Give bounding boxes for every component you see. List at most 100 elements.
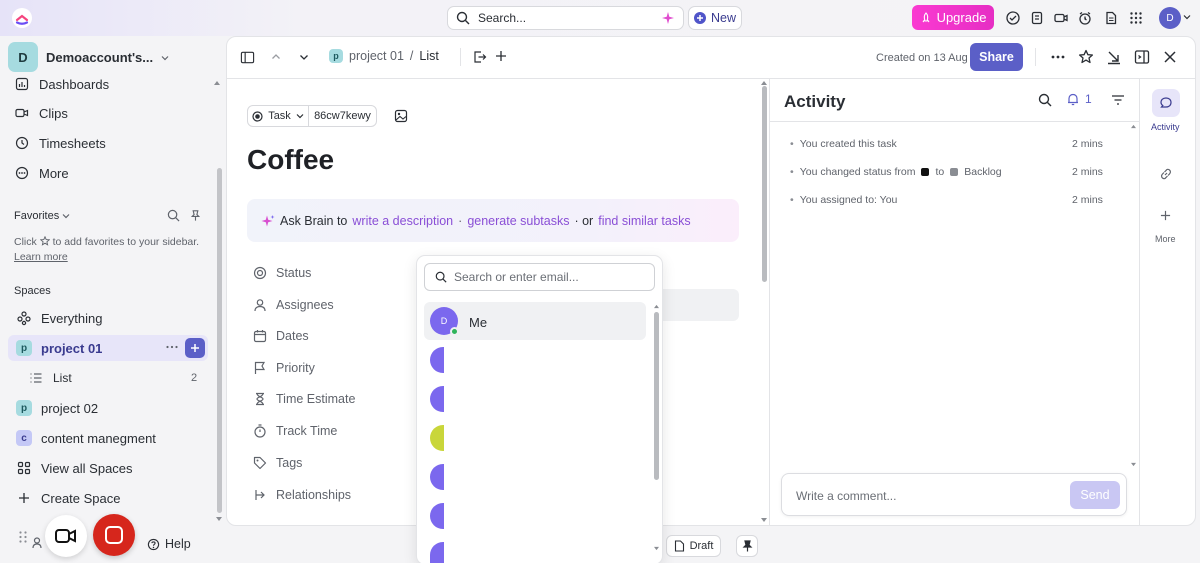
header-divider	[227, 78, 1195, 79]
scroll-up-arrow-icon[interactable]	[761, 80, 767, 86]
task-title[interactable]: Coffee	[247, 144, 334, 176]
share-button[interactable]: Share	[970, 43, 1023, 71]
workspace-avatar[interactable]: D	[8, 42, 38, 72]
sidebar-item-everything[interactable]: Everything	[16, 306, 102, 330]
check-circle-icon[interactable]	[1004, 9, 1022, 27]
scroll-up-arrow-icon[interactable]	[214, 80, 220, 86]
scroll-up-arrow-icon[interactable]	[654, 304, 659, 309]
activity-rail-button[interactable]	[1152, 89, 1180, 117]
global-search-input[interactable]: Search...	[447, 6, 684, 30]
add-to-space-button[interactable]	[185, 338, 205, 358]
clips-icon	[14, 105, 30, 121]
sidebar-create-space[interactable]: Create Space	[16, 486, 121, 510]
task-id-button[interactable]: 86cw7kewy	[308, 105, 377, 127]
main-scrollbar[interactable]	[762, 86, 767, 282]
flag-icon	[253, 361, 267, 375]
field-tags[interactable]: Tags	[253, 452, 302, 474]
field-relationships[interactable]: Relationships	[253, 484, 351, 506]
created-on-text: Created on 13 Aug	[876, 52, 968, 64]
alarm-clock-icon[interactable]	[1076, 9, 1094, 27]
apps-grid-icon[interactable]	[1127, 9, 1145, 27]
find-similar-tasks-link[interactable]: find similar tasks	[598, 214, 690, 228]
bell-icon	[1066, 92, 1080, 106]
stop-recording-button[interactable]	[93, 514, 135, 556]
app-logo-icon[interactable]	[12, 8, 32, 28]
sidebar-space-project-01[interactable]: p project 01	[16, 336, 102, 360]
expand-panel-icon[interactable]	[1134, 49, 1150, 65]
document-icon[interactable]	[1102, 9, 1120, 27]
draft-button[interactable]: Draft	[666, 535, 721, 557]
sidebar-item-dashboards[interactable]: Dashboards	[14, 72, 109, 96]
task-type-selector[interactable]: Task	[247, 105, 309, 127]
invite-user-icon[interactable]	[32, 536, 46, 550]
video-icon[interactable]	[1052, 9, 1070, 27]
search-icon[interactable]	[1038, 93, 1052, 107]
status-icon	[253, 266, 267, 280]
drag-handle-icon[interactable]	[18, 530, 28, 544]
online-status-dot	[450, 327, 459, 336]
link-icon[interactable]	[1159, 167, 1173, 181]
close-icon[interactable]	[1163, 50, 1177, 64]
favorites-header[interactable]: Favorites	[14, 210, 70, 222]
write-description-link[interactable]: write a description	[352, 214, 453, 228]
plus-icon[interactable]	[1160, 210, 1171, 221]
scroll-down-arrow-icon[interactable]	[216, 516, 222, 522]
upgrade-button[interactable]: Upgrade	[912, 5, 994, 30]
field-dates[interactable]: Dates	[253, 325, 309, 347]
plus-icon[interactable]	[495, 50, 507, 62]
scroll-down-arrow-icon[interactable]	[654, 546, 659, 551]
more-dots-icon[interactable]	[165, 340, 179, 354]
filter-icon[interactable]	[1111, 94, 1125, 106]
field-assignees[interactable]: Assignees	[253, 294, 334, 316]
send-button[interactable]: Send	[1070, 481, 1120, 509]
learn-more-link[interactable]: Learn more	[14, 251, 68, 263]
more-dots-icon[interactable]	[1050, 50, 1066, 64]
scroll-down-arrow-icon[interactable]	[761, 517, 767, 523]
generate-subtasks-link[interactable]: generate subtasks	[467, 214, 569, 228]
sidebar-item-more[interactable]: More	[14, 161, 69, 185]
sidebar-view-all-spaces[interactable]: View all Spaces	[16, 456, 133, 480]
comment-input[interactable]: Write a comment...	[796, 489, 896, 503]
ai-sparkle-icon[interactable]	[661, 11, 675, 25]
field-priority[interactable]: Priority	[253, 357, 315, 379]
assignee-search-input[interactable]: Search or enter email...	[424, 263, 655, 291]
new-button[interactable]: New	[688, 6, 742, 30]
chat-bubble-icon	[1159, 96, 1173, 110]
help-button[interactable]: Help	[147, 537, 191, 551]
notepad-icon[interactable]	[1028, 9, 1046, 27]
sidebar-toggle-icon[interactable]	[240, 50, 255, 65]
record-video-button[interactable]	[45, 515, 87, 557]
chevron-up-icon[interactable]	[271, 52, 281, 62]
sidebar-space-project-02[interactable]: p project 02	[16, 396, 98, 420]
sidebar-item-timesheets[interactable]: Timesheets	[14, 131, 106, 155]
chevron-down-icon[interactable]	[299, 52, 309, 62]
sidebar-item-list[interactable]: List	[28, 366, 72, 390]
star-icon[interactable]	[1078, 49, 1094, 65]
more-rail-label[interactable]: More	[1155, 234, 1176, 244]
pin-button[interactable]	[736, 535, 758, 557]
breadcrumb-space[interactable]: project 01	[349, 49, 404, 63]
field-status[interactable]: Status	[253, 262, 311, 284]
chevron-down-icon[interactable]	[1182, 12, 1192, 22]
image-icon[interactable]	[394, 109, 408, 123]
breadcrumb-list[interactable]: List	[419, 49, 438, 63]
dropdown-scrollbar[interactable]	[654, 312, 659, 480]
ask-brain-bar: Ask Brain to write a description · gener…	[247, 199, 739, 242]
star-icon	[39, 236, 50, 246]
pin-icon[interactable]	[189, 209, 202, 222]
minimize-icon[interactable]	[1106, 49, 1122, 65]
search-icon[interactable]	[167, 209, 180, 222]
field-time-estimate[interactable]: Time Estimate	[253, 388, 355, 410]
scroll-up-arrow-icon[interactable]	[1131, 124, 1136, 129]
space-badge: c	[16, 430, 32, 446]
move-icon[interactable]	[473, 50, 487, 64]
user-avatar[interactable]: D	[1159, 7, 1181, 29]
sidebar-space-content-manegment[interactable]: c content manegment	[16, 426, 156, 450]
field-track-time[interactable]: Track Time	[253, 420, 337, 442]
scroll-down-arrow-icon[interactable]	[1131, 462, 1136, 467]
sidebar-item-clips[interactable]: Clips	[14, 101, 68, 125]
plus-icon	[16, 490, 32, 506]
notifications-button[interactable]: 1	[1066, 92, 1092, 106]
workspace-switcher[interactable]: Demoaccount's...	[46, 50, 169, 65]
sidebar-scrollbar[interactable]	[217, 168, 222, 513]
